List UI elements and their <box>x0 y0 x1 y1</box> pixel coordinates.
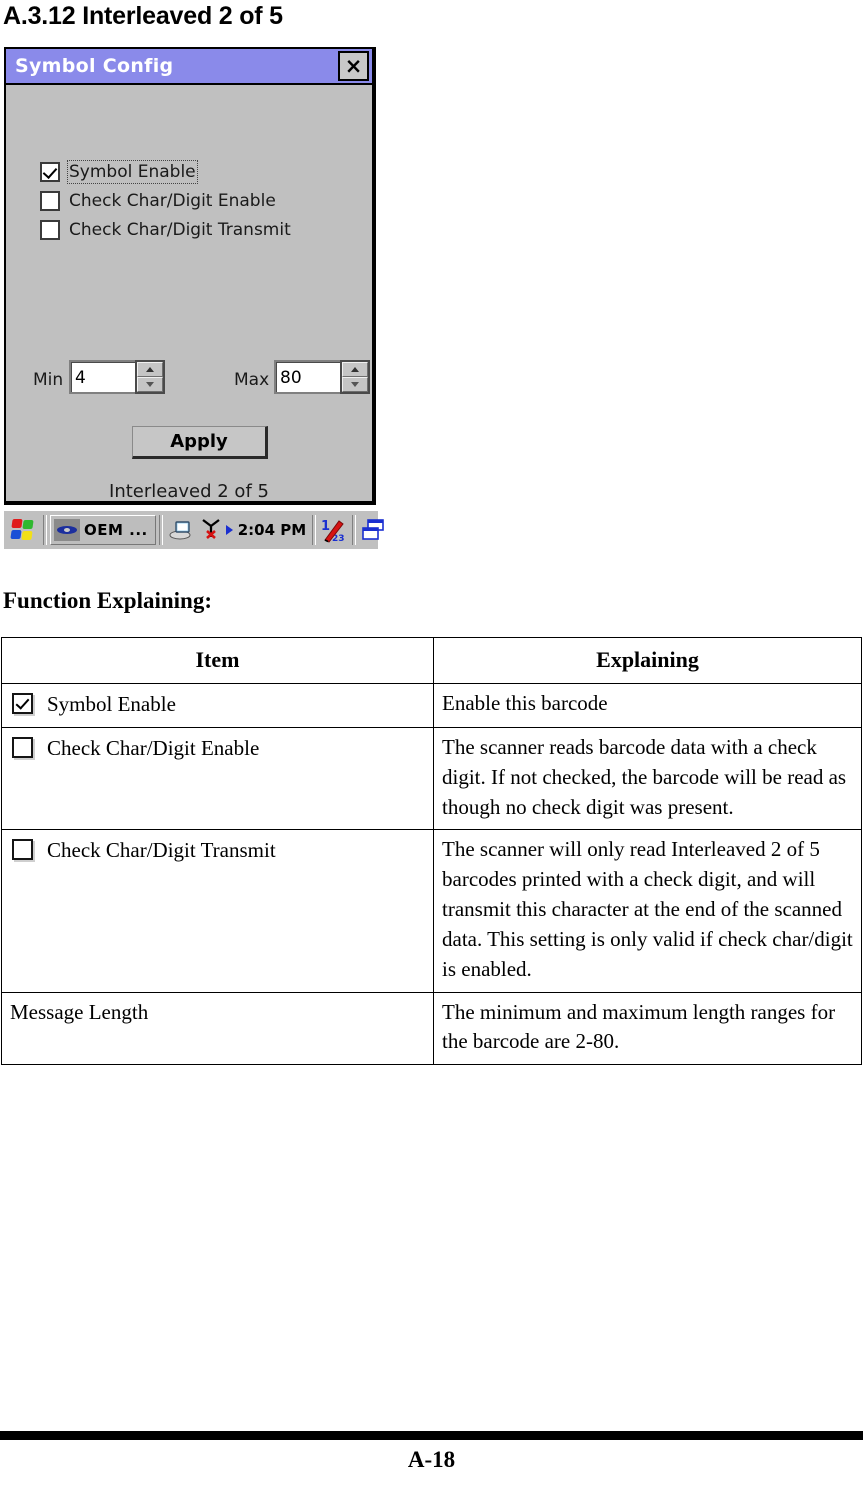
close-icon[interactable]: × <box>338 51 369 81</box>
item-label: Check Char/Digit Transmit <box>47 838 276 863</box>
device-screenshot: Symbol Config × Symbol Enable Check Char… <box>4 47 385 551</box>
input-panel-icon[interactable]: 1 23 <box>321 517 347 544</box>
windows-flag-icon <box>10 519 35 541</box>
taskbar: OEM ... 2:04 PM 1 23 <box>4 509 385 549</box>
function-explaining-heading: Function Explaining: <box>3 588 212 613</box>
checkbox-icon-unchecked <box>12 839 33 861</box>
item-label: Symbol Enable <box>47 692 176 717</box>
system-tray: 2:04 PM <box>166 517 309 543</box>
min-label: Min <box>33 370 64 390</box>
table-row: Check Char/Digit Transmit The scanner wi… <box>1 829 862 993</box>
spinner-up-icon[interactable] <box>342 362 368 377</box>
table-row: Symbol Enable Enable this barcode <box>1 683 862 729</box>
max-spin-buttons[interactable] <box>340 360 370 394</box>
checkbox-icon-unchecked[interactable] <box>40 191 60 211</box>
checkbox-symbol-enable[interactable]: Symbol Enable <box>40 160 198 184</box>
spinner-up-icon[interactable] <box>137 362 163 377</box>
taskbar-item-oem[interactable]: OEM ... <box>50 515 156 545</box>
start-button[interactable] <box>6 514 40 546</box>
column-header-explaining: Explaining <box>433 636 862 685</box>
apply-button[interactable]: Apply <box>132 426 268 459</box>
window-client-area: Symbol Enable Check Char/Digit Enable Ch… <box>6 85 372 502</box>
antenna-disconnected-icon[interactable] <box>198 517 224 543</box>
cell-item: Message Length <box>1 991 434 1066</box>
cell-item: Check Char/Digit Enable <box>1 727 434 831</box>
cell-explaining: Enable this barcode <box>433 683 862 729</box>
min-stepper[interactable] <box>69 360 165 394</box>
max-input[interactable] <box>274 360 340 394</box>
function-explaining-table: Item Explaining Symbol Enable Enable thi… <box>1 636 862 1066</box>
spinner-down-icon[interactable] <box>342 377 368 392</box>
max-label: Max <box>234 370 270 390</box>
page-title: A.3.12 Interleaved 2 of 5 <box>3 2 283 30</box>
taskbar-clock[interactable]: 2:04 PM <box>238 521 306 539</box>
spinner-down-icon[interactable] <box>137 377 163 392</box>
symbol-config-window: Symbol Config × Symbol Enable Check Char… <box>4 47 376 505</box>
table-header-row: Item Explaining <box>1 636 862 685</box>
window-title-bar: Symbol Config × <box>6 49 372 85</box>
taskbar-divider <box>312 515 317 545</box>
cell-explaining: The scanner reads barcode data with a ch… <box>433 727 862 831</box>
column-header-item: Item <box>1 636 434 685</box>
item-label: Check Char/Digit Enable <box>47 736 260 761</box>
checkbox-icon-unchecked[interactable] <box>40 220 60 240</box>
taskbar-divider <box>352 515 357 545</box>
footer-divider <box>0 1431 863 1440</box>
svg-text:1: 1 <box>321 519 330 534</box>
table-row: Check Char/Digit Enable The scanner read… <box>1 727 862 831</box>
symbology-caption: Interleaved 2 of 5 <box>109 481 269 502</box>
cell-explaining: The scanner will only read Interleaved 2… <box>433 829 862 993</box>
checkbox-icon-checked <box>12 693 33 715</box>
max-stepper[interactable] <box>274 360 370 394</box>
taskbar-divider <box>158 515 163 545</box>
cell-explaining: The minimum and maximum length ranges fo… <box>433 991 862 1066</box>
window-switch-icon[interactable] <box>361 517 387 543</box>
checkbox-check-char-digit-transmit[interactable]: Check Char/Digit Transmit <box>40 220 291 240</box>
desktop-pc-icon[interactable] <box>168 517 194 543</box>
taskbar-item-label: OEM ... <box>84 521 148 539</box>
footer-page-number: A-18 <box>407 1447 456 1472</box>
checkbox-check-char-digit-enable[interactable]: Check Char/Digit Enable <box>40 191 276 211</box>
taskbar-divider <box>43 515 47 545</box>
cell-item: Symbol Enable <box>1 683 434 729</box>
cell-item: Check Char/Digit Transmit <box>1 829 434 993</box>
checkbox-icon-checked[interactable] <box>40 162 60 182</box>
tray-arrow-icon[interactable] <box>225 525 233 535</box>
min-spin-buttons[interactable] <box>135 360 165 394</box>
oem-icon <box>54 519 80 541</box>
window-title: Symbol Config <box>15 55 174 77</box>
table-row: Message Length The minimum and maximum l… <box>1 991 862 1066</box>
checkbox-label-check-char-digit-enable: Check Char/Digit Enable <box>69 191 276 211</box>
min-input[interactable] <box>69 360 135 394</box>
checkbox-label-symbol-enable: Symbol Enable <box>67 160 198 184</box>
checkbox-icon-unchecked <box>12 737 33 759</box>
checkbox-label-check-char-digit-transmit: Check Char/Digit Transmit <box>69 220 291 240</box>
